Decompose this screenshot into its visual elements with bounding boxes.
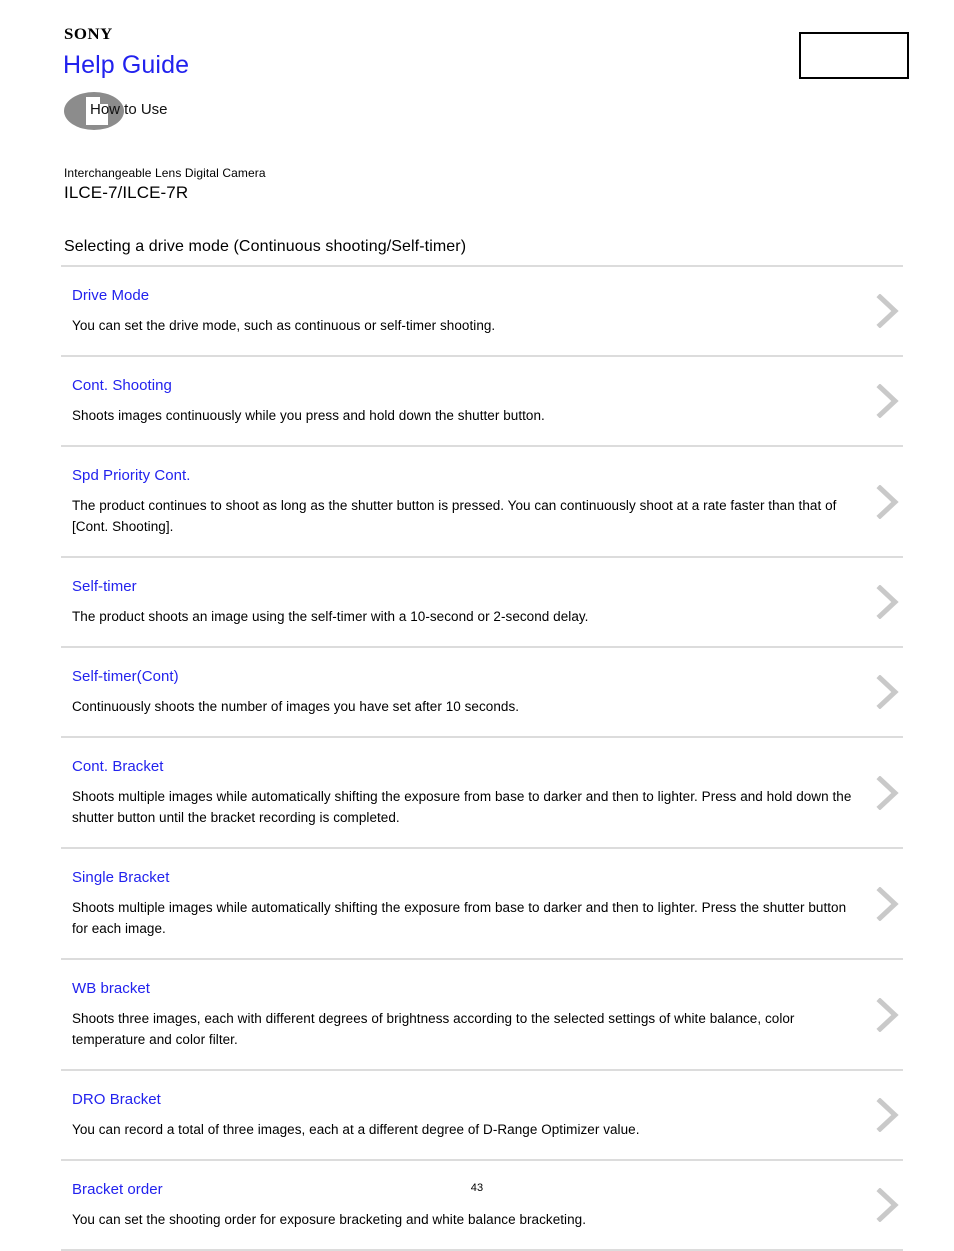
topic-item[interactable]: Spd Priority Cont. The product continues …: [61, 445, 903, 556]
topic-link[interactable]: Self-timer(Cont): [72, 668, 179, 685]
chevron-right-icon[interactable]: [875, 384, 901, 418]
topic-item[interactable]: DRO Bracket You can record a total of thr…: [61, 1069, 903, 1159]
chevron-right-icon[interactable]: [875, 585, 901, 619]
topic-description: Shoots images continuously while you pre…: [72, 408, 545, 423]
search-input[interactable]: [799, 32, 909, 79]
topic-description: Shoots multiple images while automatical…: [72, 789, 852, 825]
topic-link[interactable]: WB bracket: [72, 980, 150, 997]
page-number: 43: [470, 1182, 484, 1194]
product-category: Interchangeable Lens Digital Camera: [64, 166, 266, 180]
chevron-right-icon[interactable]: [875, 294, 901, 328]
topic-description: Continuously shoots the number of images…: [72, 699, 520, 714]
product-identity: Interchangeable Lens Digital Camera ILCE…: [64, 166, 266, 204]
page-header: SONY Help Guide How to Use: [0, 0, 954, 160]
topic-description: Shoots three images, each with different…: [72, 1011, 795, 1047]
topic-link[interactable]: DRO Bracket: [72, 1091, 161, 1108]
topic-description: You can set the shooting order for expos…: [72, 1212, 587, 1227]
topic-link[interactable]: Cont. Bracket: [72, 758, 164, 775]
chevron-right-icon[interactable]: [875, 675, 901, 709]
help-guide-title: Help Guide: [63, 51, 190, 79]
topic-item[interactable]: Self-timer The product shoots an image us…: [61, 556, 903, 646]
topic-link[interactable]: Drive Mode: [72, 287, 149, 304]
topic-item[interactable]: Drive Mode You can set the drive mode, su…: [61, 265, 903, 355]
product-model: ILCE-7/ILCE-7R: [64, 183, 189, 202]
topic-item[interactable]: Self-timer(Cont) Continuously shoots the …: [61, 646, 903, 736]
page-title: Selecting a drive mode (Continuous shoot…: [64, 238, 467, 255]
topic-description: The product shoots an image using the se…: [72, 609, 589, 624]
topic-description: Shoots multiple images while automatical…: [72, 900, 847, 936]
topic-item[interactable]: Cont. Bracket Shoots multiple images whil…: [61, 736, 903, 847]
topic-item[interactable]: Cont. Shooting Shoots images continuously…: [61, 355, 903, 445]
topic-description: You can set the drive mode, such as cont…: [72, 318, 496, 333]
chevron-right-icon[interactable]: [875, 886, 901, 921]
topic-item[interactable]: Bracket order You can set the shooting or…: [61, 1159, 903, 1251]
topic-list: Drive Mode You can set the drive mode, su…: [61, 265, 903, 1251]
topic-description: You can record a total of three images, …: [72, 1122, 640, 1137]
topic-item[interactable]: Single Bracket Shoots multiple images whi…: [61, 847, 903, 958]
chevron-right-icon[interactable]: [875, 997, 901, 1032]
chevron-right-icon[interactable]: [875, 775, 901, 810]
topic-link[interactable]: Single Bracket: [72, 869, 169, 886]
topic-link[interactable]: Spd Priority Cont.: [72, 467, 190, 484]
topic-item[interactable]: WB bracket Shoots three images, each with…: [61, 958, 903, 1069]
topic-description: The product continues to shoot as long a…: [72, 498, 837, 534]
how-to-use-label: How to Use: [90, 101, 168, 118]
sony-logo: SONY: [64, 26, 113, 43]
topic-link[interactable]: Self-timer: [72, 578, 137, 595]
chevron-right-icon[interactable]: [875, 1098, 901, 1132]
topic-link[interactable]: Cont. Shooting: [72, 377, 172, 394]
chevron-right-icon[interactable]: [875, 484, 901, 519]
